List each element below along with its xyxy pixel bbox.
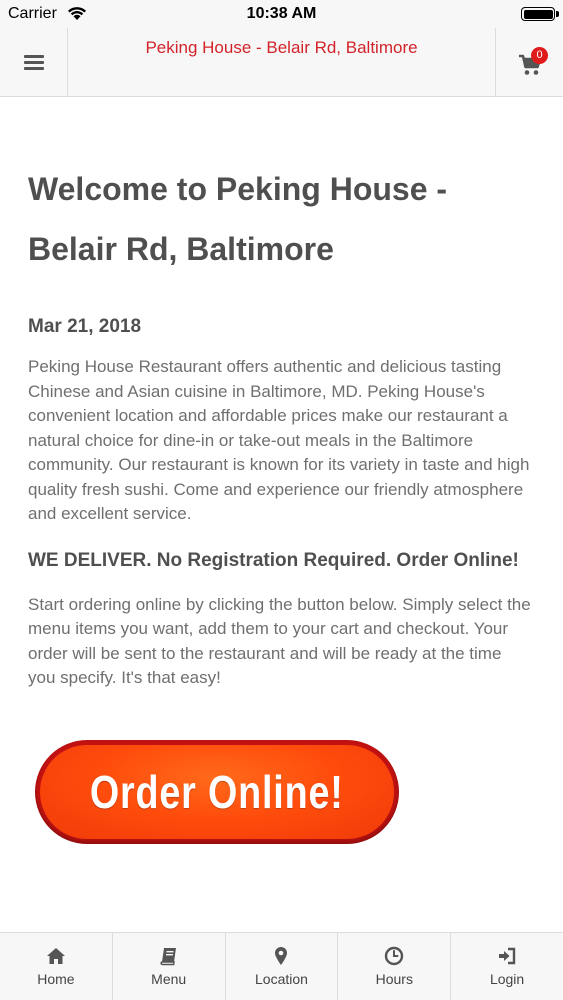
status-bar: Carrier 10:38 AM	[0, 0, 563, 28]
tab-label: Location	[255, 971, 308, 987]
order-online-button[interactable]: Order Online!	[35, 740, 399, 844]
tab-login[interactable]: Login	[451, 933, 563, 1000]
app-header: Peking House - Belair Rd, Baltimore 0	[0, 28, 563, 97]
tab-menu[interactable]: Menu	[113, 933, 226, 1000]
header-title: Peking House - Belair Rd, Baltimore	[145, 38, 418, 57]
tab-home[interactable]: Home	[0, 933, 113, 1000]
hamburger-menu-button[interactable]	[0, 28, 68, 96]
cart-count-badge: 0	[531, 47, 548, 64]
battery-icon	[521, 7, 555, 21]
hamburger-icon	[23, 52, 44, 73]
post-date: Mar 21, 2018	[28, 316, 142, 337]
ordering-instructions: Start ordering online by clicking the bu…	[28, 594, 531, 688]
tab-hours[interactable]: Hours	[338, 933, 452, 1000]
login-icon	[499, 947, 516, 965]
status-time: 10:38 AM	[246, 5, 317, 22]
cart-button[interactable]: 0	[495, 28, 563, 96]
page-title: Welcome to Peking House - Belair Rd, Bal…	[28, 171, 448, 267]
delivery-heading: WE DELIVER. No Registration Required. Or…	[28, 549, 519, 571]
tab-location[interactable]: Location	[226, 933, 339, 1000]
tab-label: Menu	[151, 971, 187, 987]
main-content: Welcome to Peking House - Belair Rd, Bal…	[0, 97, 563, 691]
tab-label: Hours	[375, 971, 413, 987]
tab-label: Home	[37, 971, 75, 987]
map-marker-icon	[275, 947, 288, 965]
book-icon	[160, 948, 176, 966]
tab-label: Login	[489, 971, 525, 987]
home-icon	[46, 948, 65, 964]
intro-paragraph: Peking House Restaurant offers authentic…	[28, 357, 530, 523]
order-online-label: Order Online!	[90, 766, 344, 818]
clock-icon	[385, 946, 404, 966]
bottom-tab-bar: Home Menu Location Hours Login	[0, 932, 563, 1000]
